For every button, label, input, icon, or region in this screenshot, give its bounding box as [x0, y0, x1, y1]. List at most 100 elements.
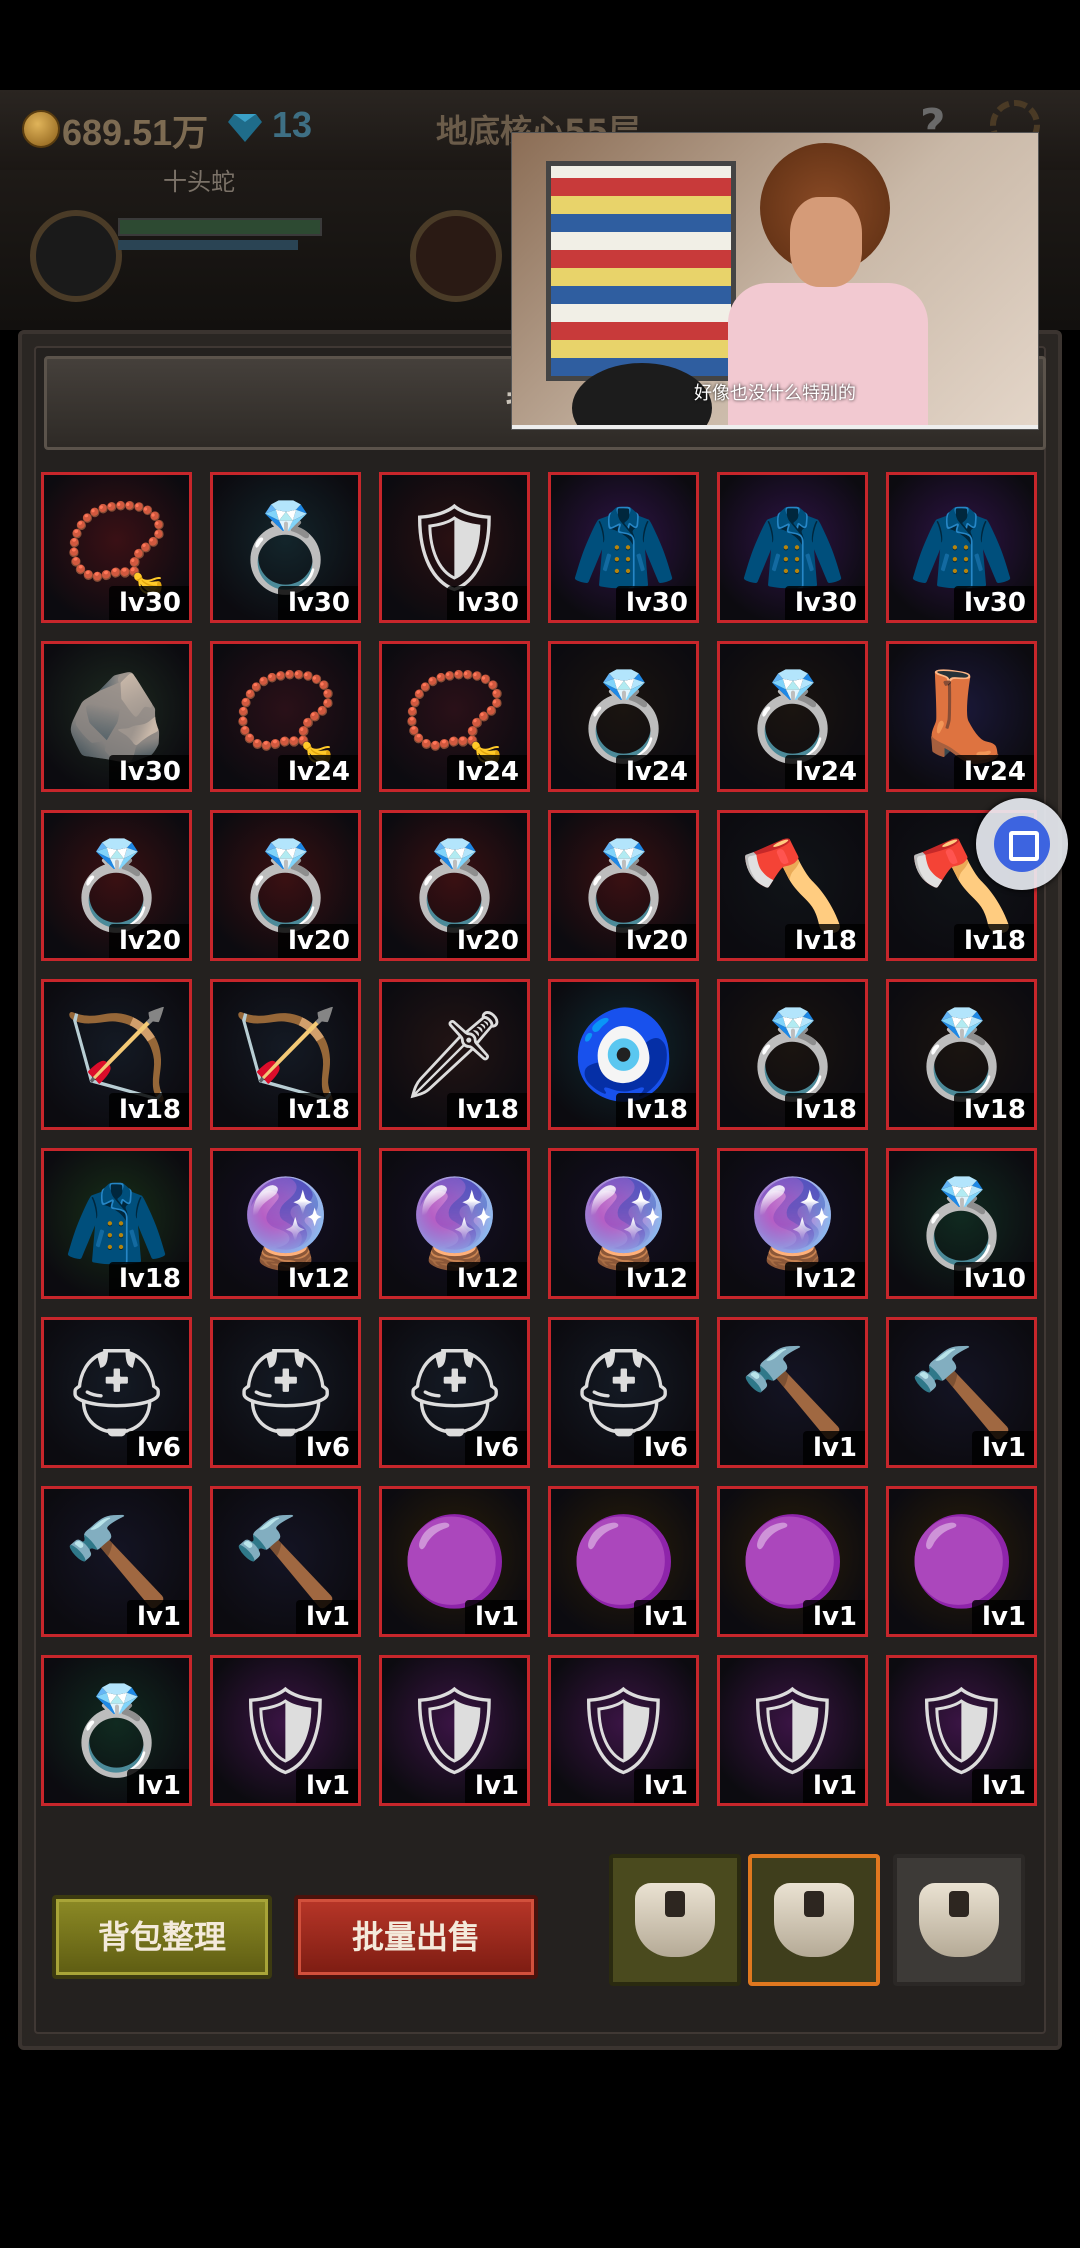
inventory-slot[interactable]: 🪓 lv18: [717, 810, 868, 961]
item-level-badge: lv1: [296, 1769, 358, 1803]
inventory-slot[interactable]: 🏹 lv18: [210, 979, 361, 1130]
inventory-slot[interactable]: 📿 lv24: [379, 641, 530, 792]
item-level-badge: lv12: [784, 1262, 865, 1296]
inventory-slot[interactable]: 💍 lv20: [548, 810, 699, 961]
inventory-slot[interactable]: 🛡 lv1: [717, 1655, 868, 1806]
video-shirt: [728, 283, 928, 429]
inventory-slot[interactable]: 🛡 lv1: [548, 1655, 699, 1806]
item-level-badge: lv6: [634, 1431, 696, 1465]
hero-hp-bar: [118, 218, 322, 236]
inventory-slot[interactable]: 🛡 lv30: [379, 472, 530, 623]
item-level-badge: lv20: [446, 924, 527, 958]
item-level-badge: lv30: [953, 586, 1034, 620]
pouch-icon: [635, 1883, 715, 1957]
bulk-sell-button[interactable]: 批量出售: [294, 1895, 538, 1979]
item-level-badge: lv1: [972, 1600, 1034, 1634]
item-level-badge: lv6: [296, 1431, 358, 1465]
inventory-slot[interactable]: 💍 lv10: [886, 1148, 1037, 1299]
item-level-badge: lv6: [465, 1431, 527, 1465]
inventory-slot[interactable]: ⛑ lv6: [379, 1317, 530, 1468]
item-level-badge: lv18: [953, 1093, 1034, 1127]
inventory-slot[interactable]: 🧿 lv18: [548, 979, 699, 1130]
inventory-slot[interactable]: 🔨 lv1: [717, 1317, 868, 1468]
inventory-slot[interactable]: 🔮 lv12: [379, 1148, 530, 1299]
item-level-badge: lv1: [634, 1600, 696, 1634]
item-level-badge: lv12: [446, 1262, 527, 1296]
pouch-icon: [919, 1883, 999, 1957]
inventory-slot[interactable]: 🟣 lv1: [379, 1486, 530, 1637]
inventory-slot[interactable]: ⛑ lv6: [41, 1317, 192, 1468]
inventory-slot[interactable]: 📿 lv30: [41, 472, 192, 623]
inventory-slot[interactable]: 🛡 lv1: [886, 1655, 1037, 1806]
spellbook-icon[interactable]: [410, 210, 502, 302]
hero-name: 十头蛇: [163, 168, 235, 196]
item-level-badge: lv30: [615, 586, 696, 620]
item-level-badge: lv1: [803, 1600, 865, 1634]
item-level-badge: lv24: [615, 755, 696, 789]
inventory-slot[interactable]: 🔨 lv1: [210, 1486, 361, 1637]
video-subtitle: 好像也没什么特别的: [694, 383, 856, 404]
bag-tab-2[interactable]: [748, 1854, 880, 1986]
gold-coin-icon: [22, 110, 60, 148]
item-level-badge: lv1: [127, 1600, 189, 1634]
item-level-badge: lv6: [127, 1431, 189, 1465]
inventory-slot[interactable]: 💍 lv24: [548, 641, 699, 792]
inventory-slot[interactable]: 🔮 lv12: [717, 1148, 868, 1299]
inventory-slot[interactable]: 🔨 lv1: [41, 1486, 192, 1637]
gold-amount: 689.51万: [62, 112, 209, 153]
inventory-slot[interactable]: 🧥 lv30: [717, 472, 868, 623]
inventory-slot[interactable]: 💍 lv20: [41, 810, 192, 961]
item-level-badge: lv24: [446, 755, 527, 789]
inventory-slot[interactable]: 💍 lv30: [210, 472, 361, 623]
item-level-badge: lv1: [972, 1431, 1034, 1465]
inventory-slot[interactable]: 🟣 lv1: [548, 1486, 699, 1637]
inventory-slot[interactable]: 🛡 lv1: [379, 1655, 530, 1806]
floating-video-player[interactable]: 好像也没什么特别的: [511, 132, 1039, 430]
inventory-slot[interactable]: 🔨 lv1: [886, 1317, 1037, 1468]
item-level-badge: lv20: [277, 924, 358, 958]
inventory-slot[interactable]: 🔮 lv12: [210, 1148, 361, 1299]
hero-portrait[interactable]: [30, 210, 122, 302]
inventory-slot[interactable]: 🏹 lv18: [41, 979, 192, 1130]
item-level-badge: lv18: [446, 1093, 527, 1127]
item-level-badge: lv18: [108, 1093, 189, 1127]
inventory-slot[interactable]: 🛡 lv1: [210, 1655, 361, 1806]
inventory-slot[interactable]: 💍 lv18: [717, 979, 868, 1130]
bag-tab-3[interactable]: [893, 1854, 1025, 1986]
item-level-badge: lv1: [634, 1769, 696, 1803]
bag-tab-1[interactable]: [609, 1854, 741, 1986]
inventory-slot[interactable]: ⛑ lv6: [210, 1317, 361, 1468]
inventory-slot[interactable]: ⛑ lv6: [548, 1317, 699, 1468]
item-level-badge: lv30: [446, 586, 527, 620]
inventory-slot[interactable]: 💍 lv24: [717, 641, 868, 792]
inventory-slot[interactable]: 🧥 lv30: [886, 472, 1037, 623]
inventory-slot[interactable]: 👢 lv24: [886, 641, 1037, 792]
inventory-slot[interactable]: 🪨 lv30: [41, 641, 192, 792]
item-level-badge: lv20: [108, 924, 189, 958]
inventory-slot[interactable]: 📿 lv24: [210, 641, 361, 792]
item-level-badge: lv30: [108, 755, 189, 789]
item-level-badge: lv1: [803, 1769, 865, 1803]
inventory-slot[interactable]: 💍 lv18: [886, 979, 1037, 1130]
inventory-slot[interactable]: 💍 lv1: [41, 1655, 192, 1806]
item-level-badge: lv18: [784, 1093, 865, 1127]
inventory-slot[interactable]: 💍 lv20: [210, 810, 361, 961]
inventory-slot[interactable]: 🟣 lv1: [886, 1486, 1037, 1637]
video-progress-bar[interactable]: [512, 425, 1038, 429]
item-level-badge: lv18: [784, 924, 865, 958]
item-level-badge: lv24: [953, 755, 1034, 789]
item-level-badge: lv12: [615, 1262, 696, 1296]
inventory-slot[interactable]: 🔮 lv12: [548, 1148, 699, 1299]
floating-assistant-button[interactable]: [976, 798, 1068, 890]
inventory-slot[interactable]: 🟣 lv1: [717, 1486, 868, 1637]
item-level-badge: lv24: [784, 755, 865, 789]
cube-icon: [994, 816, 1050, 872]
hero-mp-bar: [118, 240, 298, 250]
inventory-slot[interactable]: 🗡 lv18: [379, 979, 530, 1130]
inventory-slot[interactable]: 🧥 lv30: [548, 472, 699, 623]
inventory-slot[interactable]: 🧥 lv18: [41, 1148, 192, 1299]
inventory-slot[interactable]: 💍 lv20: [379, 810, 530, 961]
sort-backpack-button[interactable]: 背包整理: [52, 1895, 272, 1979]
item-level-badge: lv24: [277, 755, 358, 789]
item-level-badge: lv12: [277, 1262, 358, 1296]
